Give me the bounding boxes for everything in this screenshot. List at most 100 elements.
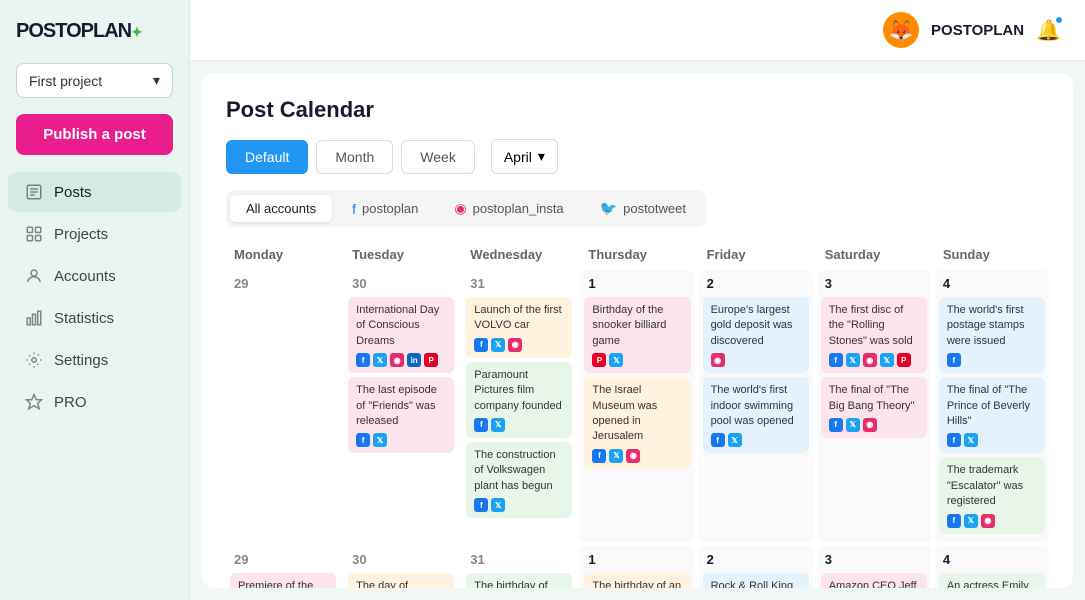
day-number: 1 (584, 550, 690, 569)
post-card-text: Premiere of the fantasy film "Maleficent… (238, 579, 328, 588)
sidebar-item-statistics-label: Statistics (54, 310, 114, 327)
post-social-icons: P𝕏 (592, 353, 682, 367)
tw-social-icon: 𝕏 (880, 353, 894, 367)
sidebar-item-statistics[interactable]: Statistics (8, 298, 181, 338)
main-area: 🦊 POSTOPLAN 🔔 Post Calendar Default Mont… (190, 0, 1085, 600)
filter-postoplan-insta[interactable]: ◉ postoplan_insta (438, 194, 579, 223)
post-card[interactable]: The final of "The Prince of Beverly Hill… (939, 377, 1045, 453)
post-card[interactable]: An actress Emily Watson celebrates her b… (939, 573, 1045, 588)
publish-post-button[interactable]: Publish a post (16, 114, 173, 155)
post-card[interactable]: Europe's largest gold deposit was discov… (703, 297, 809, 373)
day-number: 29 (230, 550, 336, 569)
tw-social-icon: 𝕏 (491, 338, 505, 352)
projects-icon (24, 224, 44, 244)
fb-social-icon: f (947, 353, 961, 367)
filter-postoplan[interactable]: f postoplan (336, 195, 434, 223)
tw-social-icon: 𝕏 (491, 418, 505, 432)
post-social-icons: f𝕏 (947, 433, 1037, 447)
fb-social-icon: f (356, 353, 370, 367)
post-card[interactable]: The world's first indoor swimming pool w… (703, 377, 809, 453)
filter-postotweet[interactable]: 🐦 postotweet (584, 194, 702, 223)
post-card[interactable]: Amazon CEO Jeff Bezos celebrates his Bir… (821, 573, 927, 588)
logo-text: POSTOPLAN✦ (16, 20, 142, 43)
post-card-text: The last episode of "Friends" was releas… (356, 383, 446, 429)
cal-day-0-1: 30International Day of Conscious Dreamsf… (344, 270, 458, 542)
view-month-button[interactable]: Month (316, 140, 393, 174)
sidebar-item-projects[interactable]: Projects (8, 214, 181, 254)
twitter-icon: 🐦 (600, 200, 617, 217)
post-card-text: The birthday of the French heroine Joan … (474, 579, 564, 588)
account-filter-bar: All accounts f postoplan ◉ postoplan_ins… (226, 190, 706, 227)
filter-all-accounts[interactable]: All accounts (230, 195, 332, 222)
sidebar: POSTOPLAN✦ First project ▾ Publish a pos… (0, 0, 190, 600)
day-number: 30 (348, 550, 454, 569)
post-card[interactable]: The birthday of an actor Nicolas Cagef (584, 573, 690, 588)
day-number: 4 (939, 274, 1045, 293)
cal-day-1-1: 30 The day of sparklers and garland light… (344, 546, 458, 588)
facebook-icon: f (352, 201, 356, 217)
ig-social-icon: ◉ (711, 353, 725, 367)
all-accounts-label: All accounts (246, 201, 316, 216)
post-card[interactable]: The last episode of "Friends" was releas… (348, 377, 454, 453)
view-controls: Default Month Week April ▾ (226, 139, 1049, 174)
post-card[interactable]: The trademark "Escalator" was registered… (939, 457, 1045, 533)
page-title: Post Calendar (226, 97, 1049, 123)
cal-day-1-6: 4 An actress Emily Watson celebrates her … (935, 546, 1049, 588)
ig-social-icon: ◉ (508, 338, 522, 352)
post-card[interactable]: The day of sparklers and garland lightsf… (348, 573, 454, 588)
statistics-icon (24, 308, 44, 328)
day-number: 2 (703, 274, 809, 293)
cal-day-1-2: 31 The birthday of the French heroine Joa… (462, 546, 576, 588)
month-selector[interactable]: April ▾ (491, 139, 558, 174)
post-card[interactable]: Rock & Roll King Elvis Presley's Birthda… (703, 573, 809, 588)
ig-social-icon: ◉ (390, 353, 404, 367)
post-card-text: Rock & Roll King Elvis Presley's Birthda… (711, 579, 801, 588)
project-label: First project (29, 73, 102, 89)
post-card[interactable]: Launch of the first VOLVO carf𝕏◉ (466, 297, 572, 358)
post-social-icons: f (947, 353, 1037, 367)
fb-social-icon: f (947, 433, 961, 447)
post-social-icons: f𝕏 (711, 433, 801, 447)
accounts-icon (24, 266, 44, 286)
cal-day-0-0: 29 (226, 270, 340, 542)
view-week-button[interactable]: Week (401, 140, 475, 174)
cal-day-1-5: 3Amazon CEO Jeff Bezos celebrates his Bi… (817, 546, 931, 588)
post-card[interactable]: Paramount Pictures film company foundedf… (466, 362, 572, 438)
tw-social-icon: 𝕏 (846, 418, 860, 432)
fb-social-icon: f (474, 418, 488, 432)
tw-social-icon: 𝕏 (609, 353, 623, 367)
sidebar-item-accounts[interactable]: Accounts (8, 256, 181, 296)
notifications-bell[interactable]: 🔔 (1036, 18, 1061, 43)
post-card[interactable]: The birthday of the French heroine Joan … (466, 573, 572, 588)
avatar: 🦊 (883, 12, 919, 48)
post-card[interactable]: International Day of Conscious Dreamsf𝕏◉… (348, 297, 454, 373)
tw-social-icon: 𝕏 (728, 433, 742, 447)
sidebar-item-settings[interactable]: Settings (8, 340, 181, 380)
post-card[interactable]: The first disc of the "Rolling Stones" w… (821, 297, 927, 373)
chevron-down-icon: ▾ (538, 148, 545, 165)
sidebar-item-posts[interactable]: Posts (8, 172, 181, 212)
pi-social-icon: P (592, 353, 606, 367)
header-friday: Friday (699, 243, 813, 266)
post-card[interactable]: The construction of Volkswagen plant has… (466, 442, 572, 518)
post-card[interactable]: Birthday of the snooker billiard gameP𝕏 (584, 297, 690, 373)
post-card[interactable]: The Israel Museum was opened in Jerusale… (584, 377, 690, 469)
post-card[interactable]: Premiere of the fantasy film "Maleficent… (230, 573, 336, 588)
post-card-text: The trademark "Escalator" was registered (947, 463, 1037, 509)
tw-social-icon: 𝕏 (491, 498, 505, 512)
post-card-text: The birthday of an actor Nicolas Cage (592, 579, 682, 588)
post-card[interactable]: The final of "The Big Bang Theory"f𝕏◉ (821, 377, 927, 438)
sidebar-item-pro[interactable]: PRO (8, 382, 181, 422)
pro-icon (24, 392, 44, 412)
pi-social-icon: P (424, 353, 438, 367)
post-card-text: The world's first postage stamps were is… (947, 303, 1037, 349)
day-number: 29 (230, 274, 336, 293)
post-card[interactable]: The world's first postage stamps were is… (939, 297, 1045, 373)
sidebar-item-pro-label: PRO (54, 394, 87, 411)
view-default-button[interactable]: Default (226, 140, 308, 174)
day-number: 4 (939, 550, 1045, 569)
day-number: 31 (466, 550, 572, 569)
project-selector[interactable]: First project ▾ (16, 63, 173, 98)
post-social-icons: f𝕏◉ (947, 514, 1037, 528)
month-label: April (504, 149, 532, 165)
